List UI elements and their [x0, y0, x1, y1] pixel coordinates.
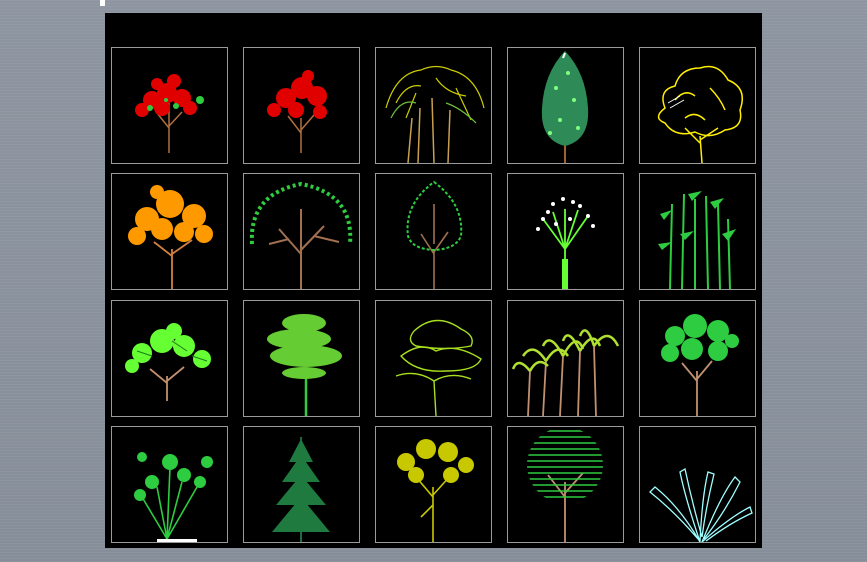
palm-group-icon: [511, 329, 620, 416]
block-tile-3[interactable]: [375, 47, 492, 164]
lime-spreading-tree-icon: [125, 323, 211, 401]
block-tile-2[interactable]: [243, 47, 360, 164]
block-tile-1[interactable]: [111, 47, 228, 164]
block-tile-6[interactable]: [111, 173, 228, 290]
hatched-round-tree-icon: [527, 430, 603, 542]
columnar-tree-icon: [541, 51, 589, 163]
block-tile-7[interactable]: [243, 173, 360, 290]
block-tile-17[interactable]: [243, 426, 360, 543]
round-branching-tree-icon: [249, 181, 353, 289]
block-tile-10[interactable]: [639, 173, 756, 290]
conifer-icon: [272, 437, 330, 542]
block-tile-16[interactable]: [111, 426, 228, 543]
oval-tree-icon: [406, 180, 463, 289]
block-tile-4[interactable]: [507, 47, 624, 164]
outline-layered-tree-icon: [395, 319, 482, 416]
block-tile-9[interactable]: [507, 173, 624, 290]
flowering-shrub-icon: [536, 197, 595, 289]
tree-cluster-icon: [385, 65, 485, 163]
block-tile-14[interactable]: [507, 300, 624, 417]
red-maple-tree-icon: [267, 70, 327, 153]
red-flowering-tree-icon: [135, 74, 204, 153]
green-canopy-tree-icon: [661, 314, 739, 416]
block-tile-20[interactable]: [639, 426, 756, 543]
cursor-marker: [100, 0, 105, 6]
bamboo-icon: [658, 191, 736, 289]
cyan-fan-plant-icon: [649, 467, 753, 542]
block-tile-5[interactable]: [639, 47, 756, 164]
layered-pine-icon: [267, 314, 342, 416]
block-tile-11[interactable]: [111, 300, 228, 417]
cad-drawing-viewport[interactable]: [105, 13, 762, 548]
block-tile-12[interactable]: [243, 300, 360, 417]
block-tile-13[interactable]: [375, 300, 492, 417]
block-tile-19[interactable]: [507, 426, 624, 543]
olive-canopy-tree-icon: [397, 439, 474, 542]
leafy-shrub-icon: [134, 452, 213, 542]
yellow-outline-tree-icon: [657, 65, 743, 163]
block-tile-15[interactable]: [639, 300, 756, 417]
block-tile-18[interactable]: [375, 426, 492, 543]
orange-canopy-tree-icon: [128, 185, 213, 289]
block-tile-8[interactable]: [375, 173, 492, 290]
